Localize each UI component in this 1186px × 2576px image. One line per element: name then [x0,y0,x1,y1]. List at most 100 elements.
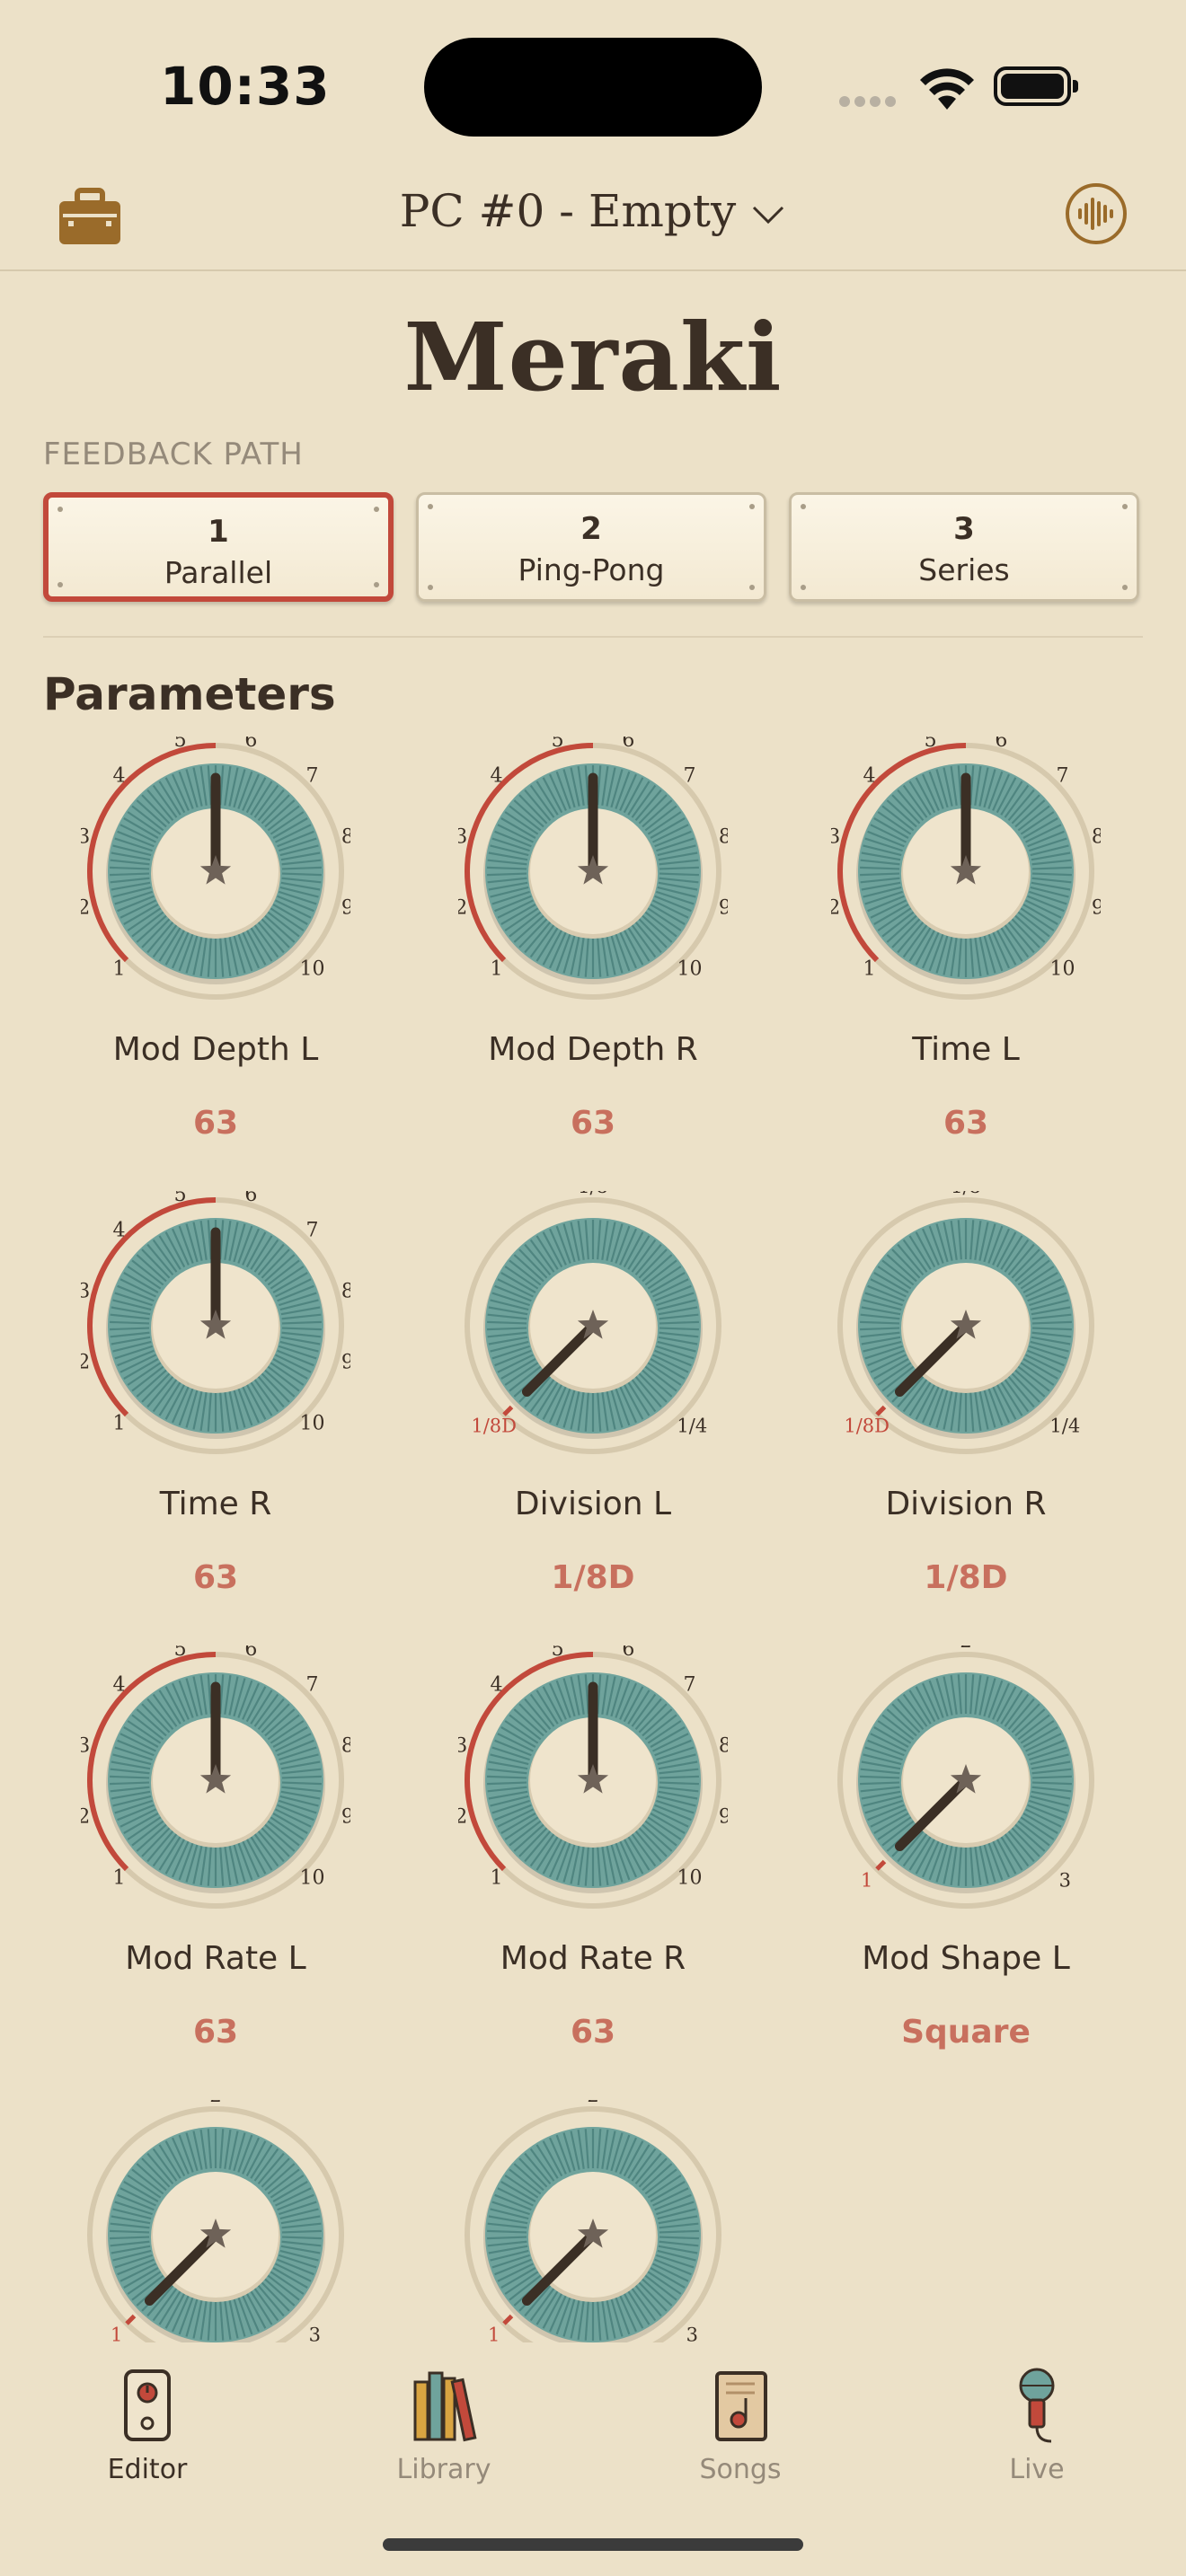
knob-control[interactable]: 1 2 3 [404,2100,782,2342]
knob-scale-label: 1/4 [677,1415,707,1436]
tab-live[interactable]: Live [947,2366,1127,2501]
knob-scale-label: 9 [341,1351,350,1373]
knob-dial[interactable]: 1 2 3 4 5 6 7 8 9 10 [458,1645,728,1915]
screw-dot [374,507,379,512]
knob-scale-label: 8 [1092,826,1101,849]
screw-dot [749,585,755,590]
knob-scale-label: 6 [244,1645,257,1661]
knob-scale-label: 10 [677,1866,702,1889]
knob-active-arc [875,1859,887,1871]
knob-scale-label: 5 [174,1645,187,1661]
knob-scale-label: 1 [491,957,503,980]
knob-scale-label: 10 [1049,957,1075,980]
knob-control[interactable]: 1 2 3 [27,2100,404,2342]
knob-dial[interactable]: 1 2 3 4 5 6 7 8 9 10 [81,1645,350,1915]
knob-scale-label: 3 [309,2324,321,2342]
knob-scale-label: 9 [719,896,728,919]
knob-scale-label: 4 [113,1674,126,1697]
screw-dot [1122,504,1128,509]
knob-dial[interactable]: 1 2 3 [458,2100,728,2342]
knob-dial[interactable]: 1 2 3 4 5 6 7 8 9 10 [81,737,350,1006]
knob-value: 1/8D [924,1559,1008,1596]
model-title: Meraki [403,302,783,412]
knob-scale-label: 1/8 [578,1191,608,1197]
screw-dot [801,585,806,590]
tab-editor[interactable]: Editor [58,2366,237,2501]
knob-value: 63 [192,1105,239,1142]
knob-control[interactable]: 1 2 3 4 5 6 7 8 9 10 Mod Depth L 63 [27,737,404,1186]
knob-dial[interactable]: 1 2 3 4 5 6 7 8 9 10 [458,737,728,1006]
knob-control[interactable]: 1 2 3 4 5 6 7 8 9 10 Mod Rate L 63 [27,1645,404,2095]
tab-library[interactable]: Library [354,2366,534,2501]
knob-control[interactable]: 1 2 3 4 5 6 7 8 9 10 Time R 63 [27,1191,404,1640]
knob-scale-label: 5 [174,1191,187,1206]
knob-scale-label: 10 [677,957,702,980]
knob-dial[interactable]: 1 2 3 [831,1645,1101,1915]
knob-scale-label: 4 [863,765,876,788]
knob-scale-label: 7 [1056,765,1068,788]
knob-dial[interactable]: 1 2 3 4 5 6 7 8 9 10 [831,737,1101,1006]
songbook-icon [715,2371,767,2441]
screw-dot [801,504,806,509]
screw-dot [1122,585,1128,590]
feedback-option-parallel[interactable]: 1 Parallel [43,492,394,602]
knob-dial[interactable]: 1/8D 1/8 1/4 [458,1191,728,1460]
feedback-option-series[interactable]: 3 Series [789,492,1139,602]
signal-dots-icon [839,93,900,110]
knob-scale-label: 3 [81,1281,90,1303]
knob-scale-label: 1 [113,957,126,980]
knob-scale-label: 5 [174,737,187,752]
knob-scale-label: 3 [1059,1869,1071,1891]
tab-label: Editor [107,2454,188,2485]
knob-scale-label: 1/8D [844,1415,890,1436]
knob-dial[interactable]: 1 2 3 [81,2100,350,2342]
knob-scale-label: 2 [831,896,840,919]
knob-label: Mod Rate L [125,1940,306,1977]
knob-scale-label: 7 [683,765,695,788]
tab-songs[interactable]: Songs [651,2366,830,2501]
knob-control[interactable]: 1 2 3 4 5 6 7 8 9 10 Time L 63 [777,737,1155,1186]
knob-scale-label: 7 [305,765,318,788]
knob-value: 63 [570,1105,616,1142]
pedal-icon [124,2369,171,2441]
knob-control[interactable]: 1 2 3 4 5 6 7 8 9 10 Mod Depth R 63 [404,737,782,1186]
section-divider [43,636,1143,638]
screw-dot [58,582,63,587]
option-number: 1 [208,514,229,550]
knob-dial[interactable]: 1/8D 1/8 1/4 [831,1191,1101,1460]
knob-scale-label: 2 [458,1805,467,1828]
preset-selector[interactable]: PC #0 - Empty [0,185,1186,237]
knob-control[interactable]: 1 2 3 4 5 6 7 8 9 10 Mod Rate R 63 [404,1645,782,2095]
knob-scale-label: 1/4 [1049,1415,1080,1436]
knob-value: 63 [192,2014,239,2051]
knob-scale-label: 2 [81,1351,90,1373]
knob-active-arc [502,2314,514,2325]
knob-control[interactable]: 1/8D 1/8 1/4 Division L 1/8D [404,1191,782,1640]
screw-dot [749,504,755,509]
knob-scale-label: 1/8 [951,1191,981,1197]
knob-scale-label: 10 [299,1866,324,1889]
knob-value: 63 [943,1105,989,1142]
option-number: 2 [580,511,602,547]
feedback-option-ping-pong[interactable]: 2 Ping-Pong [416,492,766,602]
knob-scale-label: 4 [491,765,503,788]
knob-scale-label: 3 [458,826,467,849]
knob-control[interactable]: 1/8D 1/8 1/4 Division R 1/8D [777,1191,1155,1640]
knob-scale-label: 8 [341,826,350,849]
knob-label: Division L [514,1486,672,1522]
option-number: 3 [953,511,975,547]
option-label: Series [918,552,1010,587]
knob-scale-label: 2 [81,1805,90,1828]
microphone-icon [1019,2368,1055,2443]
screw-dot [374,582,379,587]
status-bar: 10:33 [0,0,1186,162]
dynamic-island [424,38,762,137]
knob-scale-label: 9 [719,1805,728,1828]
knob-value: 1/8D [551,1559,635,1596]
waveform-icon[interactable] [1064,181,1128,246]
knob-control[interactable]: 1 2 3 Mod Shape L Square [777,1645,1155,2095]
knob-dial[interactable]: 1 2 3 4 5 6 7 8 9 10 [81,1191,350,1460]
books-icon [413,2371,477,2442]
knob-scale-label: 1 [113,1412,126,1434]
chevron-down-icon [753,206,784,225]
